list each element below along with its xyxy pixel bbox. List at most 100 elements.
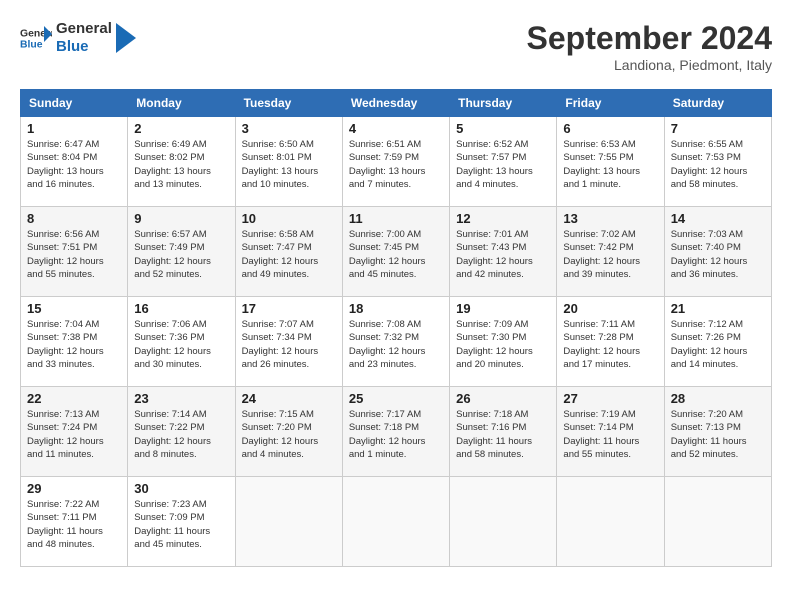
day-number: 23	[134, 391, 228, 406]
calendar-day-cell: 22Sunrise: 7:13 AM Sunset: 7:24 PM Dayli…	[21, 387, 128, 477]
calendar-day-cell: 25Sunrise: 7:17 AM Sunset: 7:18 PM Dayli…	[342, 387, 449, 477]
calendar-day-cell: 11 Sunrise: 7:00 AM Sunset: 7:45 PM Dayli…	[342, 207, 449, 297]
day-number: 11	[349, 211, 443, 226]
day-number: 30	[134, 481, 228, 496]
day-info: Sunrise: 7:18 AM Sunset: 7:16 PM Dayligh…	[456, 408, 550, 461]
day-info: Sunrise: 7:02 AM Sunset: 7:42 PM Dayligh…	[563, 228, 657, 281]
day-number: 5	[456, 121, 550, 136]
day-number: 3	[242, 121, 336, 136]
calendar-day-cell: 18 Sunrise: 7:08 AM Sunset: 7:32 PM Dayli…	[342, 297, 449, 387]
day-number: 21	[671, 301, 765, 316]
calendar-day-cell: 30 Sunrise: 7:23 AM Sunset: 7:09 PM Dayli…	[128, 477, 235, 567]
logo-arrow-icon	[116, 23, 136, 53]
empty-cell	[342, 477, 449, 567]
day-number: 28	[671, 391, 765, 406]
calendar-day-cell: 3 Sunrise: 6:50 AM Sunset: 8:01 PM Daylig…	[235, 117, 342, 207]
day-number: 9	[134, 211, 228, 226]
calendar-day-cell: 19Sunrise: 7:09 AM Sunset: 7:30 PM Dayli…	[450, 297, 557, 387]
day-info: Sunrise: 7:09 AM Sunset: 7:30 PM Dayligh…	[456, 318, 550, 371]
day-number: 20	[563, 301, 657, 316]
day-info: Sunrise: 7:08 AM Sunset: 7:32 PM Dayligh…	[349, 318, 443, 371]
empty-cell	[557, 477, 664, 567]
month-title: September 2024	[527, 20, 772, 57]
weekday-header-wednesday: Wednesday	[342, 90, 449, 117]
day-info: Sunrise: 6:58 AM Sunset: 7:47 PM Dayligh…	[242, 228, 336, 281]
day-info: Sunrise: 7:11 AM Sunset: 7:28 PM Dayligh…	[563, 318, 657, 371]
day-number: 10	[242, 211, 336, 226]
day-number: 8	[27, 211, 121, 226]
calendar-day-cell: 15 Sunrise: 7:04 AM Sunset: 7:38 PM Dayli…	[21, 297, 128, 387]
day-info: Sunrise: 7:22 AM Sunset: 7:11 PM Dayligh…	[27, 498, 121, 551]
weekday-header-monday: Monday	[128, 90, 235, 117]
day-number: 29	[27, 481, 121, 496]
calendar-day-cell: 29 Sunrise: 7:22 AM Sunset: 7:11 PM Dayli…	[21, 477, 128, 567]
weekday-header-sunday: Sunday	[21, 90, 128, 117]
calendar-week-row: 1Sunrise: 6:47 AM Sunset: 8:04 PM Daylig…	[21, 117, 772, 207]
logo-icon: General Blue	[20, 22, 52, 54]
calendar-day-cell: 7 Sunrise: 6:55 AM Sunset: 7:53 PM Daylig…	[664, 117, 771, 207]
logo-text-blue: Blue	[56, 38, 112, 56]
calendar-week-row: 29 Sunrise: 7:22 AM Sunset: 7:11 PM Dayli…	[21, 477, 772, 567]
day-info: Sunrise: 7:13 AM Sunset: 7:24 PM Dayligh…	[27, 408, 121, 461]
header: General Blue General Blue September 2024…	[20, 20, 772, 73]
day-info: Sunrise: 6:56 AM Sunset: 7:51 PM Dayligh…	[27, 228, 121, 281]
weekday-header-saturday: Saturday	[664, 90, 771, 117]
day-number: 1	[27, 121, 121, 136]
calendar-day-cell: 24 Sunrise: 7:15 AM Sunset: 7:20 PM Dayli…	[235, 387, 342, 477]
logo: General Blue General Blue	[20, 20, 136, 56]
calendar-day-cell: 26 Sunrise: 7:18 AM Sunset: 7:16 PM Dayli…	[450, 387, 557, 477]
day-number: 15	[27, 301, 121, 316]
day-info: Sunrise: 7:23 AM Sunset: 7:09 PM Dayligh…	[134, 498, 228, 551]
calendar-day-cell: 8 Sunrise: 6:56 AM Sunset: 7:51 PM Daylig…	[21, 207, 128, 297]
calendar-week-row: 22Sunrise: 7:13 AM Sunset: 7:24 PM Dayli…	[21, 387, 772, 477]
subtitle: Landiona, Piedmont, Italy	[527, 57, 772, 73]
weekday-header-thursday: Thursday	[450, 90, 557, 117]
day-info: Sunrise: 6:51 AM Sunset: 7:59 PM Dayligh…	[349, 138, 443, 191]
day-info: Sunrise: 6:53 AM Sunset: 7:55 PM Dayligh…	[563, 138, 657, 191]
calendar-day-cell: 23 Sunrise: 7:14 AM Sunset: 7:22 PM Dayli…	[128, 387, 235, 477]
day-number: 4	[349, 121, 443, 136]
calendar-week-row: 15 Sunrise: 7:04 AM Sunset: 7:38 PM Dayli…	[21, 297, 772, 387]
calendar-day-cell: 4 Sunrise: 6:51 AM Sunset: 7:59 PM Daylig…	[342, 117, 449, 207]
day-info: Sunrise: 7:00 AM Sunset: 7:45 PM Dayligh…	[349, 228, 443, 281]
empty-cell	[450, 477, 557, 567]
day-number: 7	[671, 121, 765, 136]
day-number: 12	[456, 211, 550, 226]
day-info: Sunrise: 6:49 AM Sunset: 8:02 PM Dayligh…	[134, 138, 228, 191]
weekday-header-friday: Friday	[557, 90, 664, 117]
calendar-week-row: 8 Sunrise: 6:56 AM Sunset: 7:51 PM Daylig…	[21, 207, 772, 297]
calendar-day-cell: 16Sunrise: 7:06 AM Sunset: 7:36 PM Dayli…	[128, 297, 235, 387]
day-number: 24	[242, 391, 336, 406]
calendar: SundayMondayTuesdayWednesdayThursdayFrid…	[20, 89, 772, 567]
day-info: Sunrise: 7:04 AM Sunset: 7:38 PM Dayligh…	[27, 318, 121, 371]
day-info: Sunrise: 6:50 AM Sunset: 8:01 PM Dayligh…	[242, 138, 336, 191]
calendar-day-cell: 27Sunrise: 7:19 AM Sunset: 7:14 PM Dayli…	[557, 387, 664, 477]
day-info: Sunrise: 7:06 AM Sunset: 7:36 PM Dayligh…	[134, 318, 228, 371]
day-info: Sunrise: 7:14 AM Sunset: 7:22 PM Dayligh…	[134, 408, 228, 461]
day-number: 18	[349, 301, 443, 316]
calendar-day-cell: 28Sunrise: 7:20 AM Sunset: 7:13 PM Dayli…	[664, 387, 771, 477]
day-info: Sunrise: 7:01 AM Sunset: 7:43 PM Dayligh…	[456, 228, 550, 281]
calendar-day-cell: 20 Sunrise: 7:11 AM Sunset: 7:28 PM Dayli…	[557, 297, 664, 387]
day-info: Sunrise: 7:15 AM Sunset: 7:20 PM Dayligh…	[242, 408, 336, 461]
day-info: Sunrise: 6:55 AM Sunset: 7:53 PM Dayligh…	[671, 138, 765, 191]
day-info: Sunrise: 7:17 AM Sunset: 7:18 PM Dayligh…	[349, 408, 443, 461]
calendar-day-cell: 9 Sunrise: 6:57 AM Sunset: 7:49 PM Daylig…	[128, 207, 235, 297]
svg-text:Blue: Blue	[20, 40, 43, 51]
calendar-day-cell: 12 Sunrise: 7:01 AM Sunset: 7:43 PM Dayli…	[450, 207, 557, 297]
day-info: Sunrise: 6:57 AM Sunset: 7:49 PM Dayligh…	[134, 228, 228, 281]
day-number: 27	[563, 391, 657, 406]
calendar-day-cell: 5Sunrise: 6:52 AM Sunset: 7:57 PM Daylig…	[450, 117, 557, 207]
day-number: 14	[671, 211, 765, 226]
calendar-day-cell: 14Sunrise: 7:03 AM Sunset: 7:40 PM Dayli…	[664, 207, 771, 297]
day-info: Sunrise: 7:07 AM Sunset: 7:34 PM Dayligh…	[242, 318, 336, 371]
day-number: 26	[456, 391, 550, 406]
weekday-header-row: SundayMondayTuesdayWednesdayThursdayFrid…	[21, 90, 772, 117]
weekday-header-tuesday: Tuesday	[235, 90, 342, 117]
calendar-day-cell: 2Sunrise: 6:49 AM Sunset: 8:02 PM Daylig…	[128, 117, 235, 207]
title-area: September 2024 Landiona, Piedmont, Italy	[527, 20, 772, 73]
day-number: 17	[242, 301, 336, 316]
empty-cell	[235, 477, 342, 567]
day-number: 13	[563, 211, 657, 226]
day-info: Sunrise: 7:12 AM Sunset: 7:26 PM Dayligh…	[671, 318, 765, 371]
